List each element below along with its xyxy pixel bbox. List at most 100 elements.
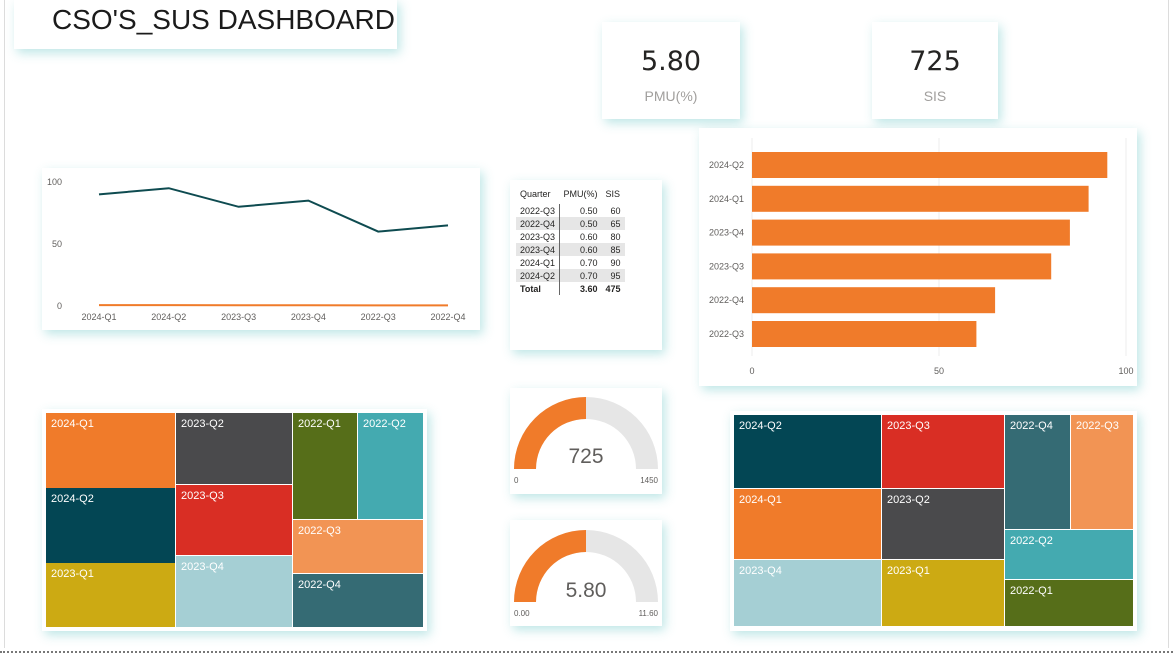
bar-chart-x-tick: 50 bbox=[934, 366, 944, 376]
table-cell-sis: 90 bbox=[610, 257, 621, 268]
column-header-pmu[interactable]: PMU(%) bbox=[560, 184, 602, 204]
bar-chart[interactable]: 2024-Q2 2024-Q1 2023-Q4 2023-Q3 2022-Q4 2022-… bbox=[699, 128, 1137, 386]
gauge-pmu-card[interactable]: 5.80 0.00 11.60 bbox=[510, 520, 662, 626]
table-cell-sis: 60 bbox=[610, 205, 621, 216]
treemap-tile-label: 2023-Q2 bbox=[181, 418, 224, 430]
table-cell-sis: 95 bbox=[601, 269, 625, 282]
bar-chart-y-label: 2023-Q4 bbox=[709, 228, 744, 238]
table-cell-pmu: 0.70 bbox=[580, 257, 598, 268]
table-cell-quarter: 2023-Q4 bbox=[516, 243, 561, 256]
bar-chart-x-tick: 0 bbox=[749, 366, 754, 376]
kpi-card-sis[interactable]: 725 SIS bbox=[872, 22, 998, 119]
gauge-pmu[interactable]: 5.80 0.00 11.60 bbox=[510, 520, 662, 626]
line-chart-x-tick: 2023-Q4 bbox=[291, 312, 326, 322]
column-header-quarter[interactable]: Quarter bbox=[516, 184, 560, 204]
line-chart-y-tick: 100 bbox=[47, 177, 62, 187]
treemap-tile[interactable]: 2023-Q3 bbox=[176, 485, 292, 555]
table-cell-pmu: 0.50 bbox=[580, 205, 598, 216]
canvas-right-edge bbox=[1168, 0, 1169, 648]
bar-chart-bar[interactable] bbox=[752, 152, 1108, 178]
treemap-tile[interactable]: 2022-Q3 bbox=[1071, 415, 1133, 529]
kpi-sis-label: SIS bbox=[923, 88, 947, 104]
gauge-sis-max: 1450 bbox=[640, 476, 658, 485]
treemap-tile-label: 2024-Q1 bbox=[51, 418, 94, 430]
line-chart-series-1[interactable] bbox=[98, 187, 449, 233]
treemap-tile[interactable]: 2023-Q2 bbox=[176, 413, 292, 484]
treemap-tile[interactable]: 2022-Q4 bbox=[293, 574, 423, 627]
line-chart-x-tick: 2022-Q4 bbox=[430, 312, 465, 322]
table-row: 2022-Q4 0.50 65 bbox=[516, 217, 625, 230]
treemap-tile-label: 2022-Q1 bbox=[1010, 585, 1053, 597]
table-row: 2024-Q1 0.70 90 bbox=[516, 256, 625, 269]
treemap-tile[interactable]: 2022-Q2 bbox=[358, 413, 423, 519]
bar-chart-y-label: 2022-Q3 bbox=[709, 329, 744, 339]
bar-chart-bar[interactable] bbox=[752, 253, 1052, 280]
table-cell-quarter: 2024-Q2 bbox=[516, 269, 561, 282]
bar-chart-card[interactable]: 2024-Q2 2024-Q1 2023-Q4 2023-Q3 2022-Q4 2022-… bbox=[699, 128, 1137, 386]
treemap-tile[interactable]: 2023-Q1 bbox=[46, 563, 175, 627]
treemap-tile[interactable]: 2023-Q4 bbox=[176, 556, 292, 627]
treemap-tile-label: 2022-Q2 bbox=[1010, 535, 1053, 547]
line-chart-card[interactable]: 100 50 0 2024-Q1 2024-Q2 2023-Q3 2023-Q4 2022-… bbox=[42, 168, 480, 330]
treemap-tile[interactable]: 2023-Q2 bbox=[882, 489, 1004, 559]
treemap-left-card[interactable]: 2024-Q1 2024-Q2 2023-Q1 2023-Q2 2023-Q3 … bbox=[42, 409, 427, 631]
table-row: 2023-Q4 0.60 85 bbox=[516, 243, 625, 256]
table-cell-sis: 80 bbox=[610, 231, 621, 242]
data-table: Quarter PMU(%) SIS 2022-Q3 0.50 60 2022-Q4… bbox=[516, 184, 625, 295]
kpi-card-pmu[interactable]: 5.80 PMU(%) bbox=[602, 22, 740, 119]
treemap-tile-label: 2023-Q1 bbox=[887, 565, 930, 577]
table-cell-pmu: 0.70 bbox=[559, 269, 602, 282]
line-chart-x-tick: 2024-Q1 bbox=[81, 312, 116, 322]
bar-chart-bar[interactable] bbox=[752, 219, 1070, 246]
treemap-tile-label: 2023-Q4 bbox=[181, 561, 224, 573]
treemap-tile[interactable]: 2022-Q2 bbox=[1005, 530, 1133, 579]
line-chart-x-tick: 2024-Q2 bbox=[151, 312, 186, 322]
treemap-tile-label: 2022-Q2 bbox=[363, 418, 406, 430]
treemap-tile[interactable]: 2024-Q2 bbox=[734, 415, 881, 488]
kpi-pmu-label: PMU(%) bbox=[644, 88, 698, 104]
treemap-tile[interactable]: 2023-Q3 bbox=[882, 415, 1004, 488]
treemap-tile[interactable]: 2022-Q3 bbox=[293, 520, 423, 573]
treemap-tile-label: 2024-Q1 bbox=[739, 494, 782, 506]
canvas-bottom-border bbox=[0, 651, 1173, 653]
treemap-tile[interactable]: 2022-Q1 bbox=[293, 413, 357, 519]
treemap-tile-label: 2023-Q1 bbox=[51, 568, 94, 580]
table-total-sis: 475 bbox=[605, 283, 621, 294]
treemap-right-card[interactable]: 2024-Q2 2024-Q1 2023-Q4 2023-Q3 2023-Q2 … bbox=[730, 411, 1137, 631]
bar-chart-y-label: 2024-Q2 bbox=[709, 160, 744, 170]
bar-chart-y-label: 2024-Q1 bbox=[709, 194, 744, 204]
title-card: CSO'S_SUS DASHBOARD bbox=[14, 0, 397, 49]
treemap-tile[interactable]: 2022-Q1 bbox=[1005, 580, 1133, 626]
bar-chart-bar[interactable] bbox=[752, 185, 1089, 212]
treemap-tile-label: 2022-Q3 bbox=[298, 525, 341, 537]
bar-chart-bar[interactable] bbox=[752, 321, 977, 347]
table-card[interactable]: Quarter PMU(%) SIS 2022-Q3 0.50 60 2022-Q4… bbox=[510, 180, 662, 350]
table-total-row: Total 3.60 475 bbox=[516, 282, 625, 295]
table-total-pmu: 3.60 bbox=[580, 283, 598, 294]
gauge-sis[interactable]: 725 0 1450 bbox=[510, 388, 662, 494]
table-row: 2023-Q3 0.60 80 bbox=[516, 230, 625, 243]
gauge-pmu-min: 0.00 bbox=[514, 609, 530, 618]
treemap-tile[interactable]: 2024-Q2 bbox=[46, 488, 175, 563]
treemap-tile-label: 2023-Q3 bbox=[181, 490, 224, 502]
treemap-tile[interactable]: 2023-Q4 bbox=[734, 560, 881, 626]
table-row: 2024-Q2 0.70 95 bbox=[516, 269, 625, 282]
gauge-sis-card[interactable]: 725 0 1450 bbox=[510, 388, 662, 494]
table-cell-pmu: 0.50 bbox=[559, 217, 602, 230]
column-header-sis[interactable]: SIS bbox=[602, 184, 625, 204]
table-cell-quarter: 2023-Q3 bbox=[516, 230, 561, 243]
treemap-tile[interactable]: 2022-Q4 bbox=[1005, 415, 1070, 529]
treemap-tile-label: 2022-Q4 bbox=[1010, 420, 1053, 432]
line-chart-x-tick: 2023-Q3 bbox=[221, 312, 256, 322]
table-header-row: Quarter PMU(%) SIS bbox=[516, 184, 625, 204]
gauge-pmu-value: 5.80 bbox=[566, 579, 607, 602]
bar-chart-bar[interactable] bbox=[752, 287, 996, 314]
line-chart[interactable]: 100 50 0 2024-Q1 2024-Q2 2023-Q3 2023-Q4 2022-… bbox=[42, 168, 480, 330]
table-cell-quarter: 2024-Q1 bbox=[516, 256, 561, 269]
treemap-tile[interactable]: 2024-Q1 bbox=[46, 413, 175, 488]
kpi-sis-value: 725 bbox=[909, 46, 961, 77]
treemap-tile[interactable]: 2024-Q1 bbox=[734, 489, 881, 559]
line-chart-y-tick: 0 bbox=[57, 301, 62, 311]
page-title: CSO'S_SUS DASHBOARD bbox=[52, 4, 395, 35]
treemap-tile[interactable]: 2023-Q1 bbox=[882, 560, 1004, 626]
